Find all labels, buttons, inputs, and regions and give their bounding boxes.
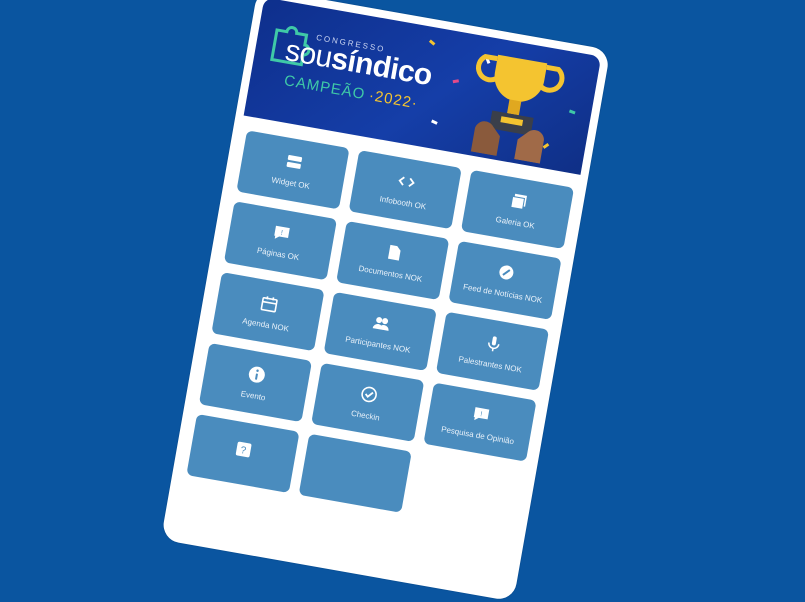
code-icon xyxy=(398,176,415,187)
menu-tile-label: Infobooth OK xyxy=(378,193,427,211)
menu-tile-3[interactable]: ! Páginas OK xyxy=(223,201,338,281)
menu-tile-label: Documentos NOK xyxy=(357,263,423,284)
menu-tile-label: Checkin xyxy=(350,408,381,423)
banner-year: ·2022· xyxy=(367,87,420,113)
pages-icon: ! xyxy=(274,225,290,239)
info-icon xyxy=(248,366,265,383)
survey-icon: ! xyxy=(473,406,490,420)
blank-icon xyxy=(345,459,366,480)
news-feed-icon xyxy=(499,264,514,279)
menu-tile-label: Participantes NOK xyxy=(344,334,412,355)
check-circle-icon xyxy=(361,386,377,402)
brand-light: sou xyxy=(282,33,335,75)
document-icon xyxy=(388,244,401,261)
menu-tile-label: Agenda NOK xyxy=(241,315,290,333)
menu-tile-7[interactable]: Participantes NOK xyxy=(323,291,437,371)
menu-tile-4[interactable]: Documentos NOK xyxy=(336,220,450,301)
menu-tile-6[interactable]: Agenda NOK xyxy=(211,272,325,352)
microphone-icon xyxy=(488,335,500,351)
menu-tile-9[interactable]: Evento xyxy=(198,342,313,423)
menu-tile-label: Páginas OK xyxy=(256,245,300,262)
gallery-icon xyxy=(510,193,528,210)
menu-tile-label: Palestrantes NOK xyxy=(457,354,523,375)
menu-tile-5[interactable]: Feed de Notícias NOK xyxy=(448,240,562,320)
menu-tile-label: Feed de Notícias NOK xyxy=(462,281,543,305)
menu-tile-label: Evento xyxy=(240,388,267,402)
menu-tile-10[interactable]: Checkin xyxy=(311,362,425,442)
menu-tile-12[interactable]: ? xyxy=(186,413,300,494)
phone-frame: CONGRESSO sousíndico CAMPEÃO·2022· Widge… xyxy=(160,0,611,602)
trophy-icon xyxy=(470,53,565,164)
menu-tile-11[interactable]: ! Pesquisa de Opinião xyxy=(423,382,537,462)
menu-tile-2[interactable]: Galeria OK xyxy=(460,169,575,249)
menu-tile-label: Galeria OK xyxy=(494,214,536,231)
menu-tile-0[interactable]: Widget OK xyxy=(236,130,350,210)
menu-tile-1[interactable]: Infobooth OK xyxy=(348,150,462,230)
calendar-icon xyxy=(260,295,278,313)
menu-tile-label: Pesquisa de Opinião xyxy=(440,424,515,446)
menu-grid: Widget OK Infobooth OK Galeria OK! Páginas … xyxy=(186,130,575,532)
participants-icon xyxy=(372,316,389,331)
help-icon: ? xyxy=(235,441,252,458)
widget-icon xyxy=(286,154,303,169)
menu-tile-13[interactable] xyxy=(298,433,412,513)
menu-tile-label: Widget OK xyxy=(270,174,311,191)
menu-tile-8[interactable]: Palestrantes NOK xyxy=(435,311,550,391)
